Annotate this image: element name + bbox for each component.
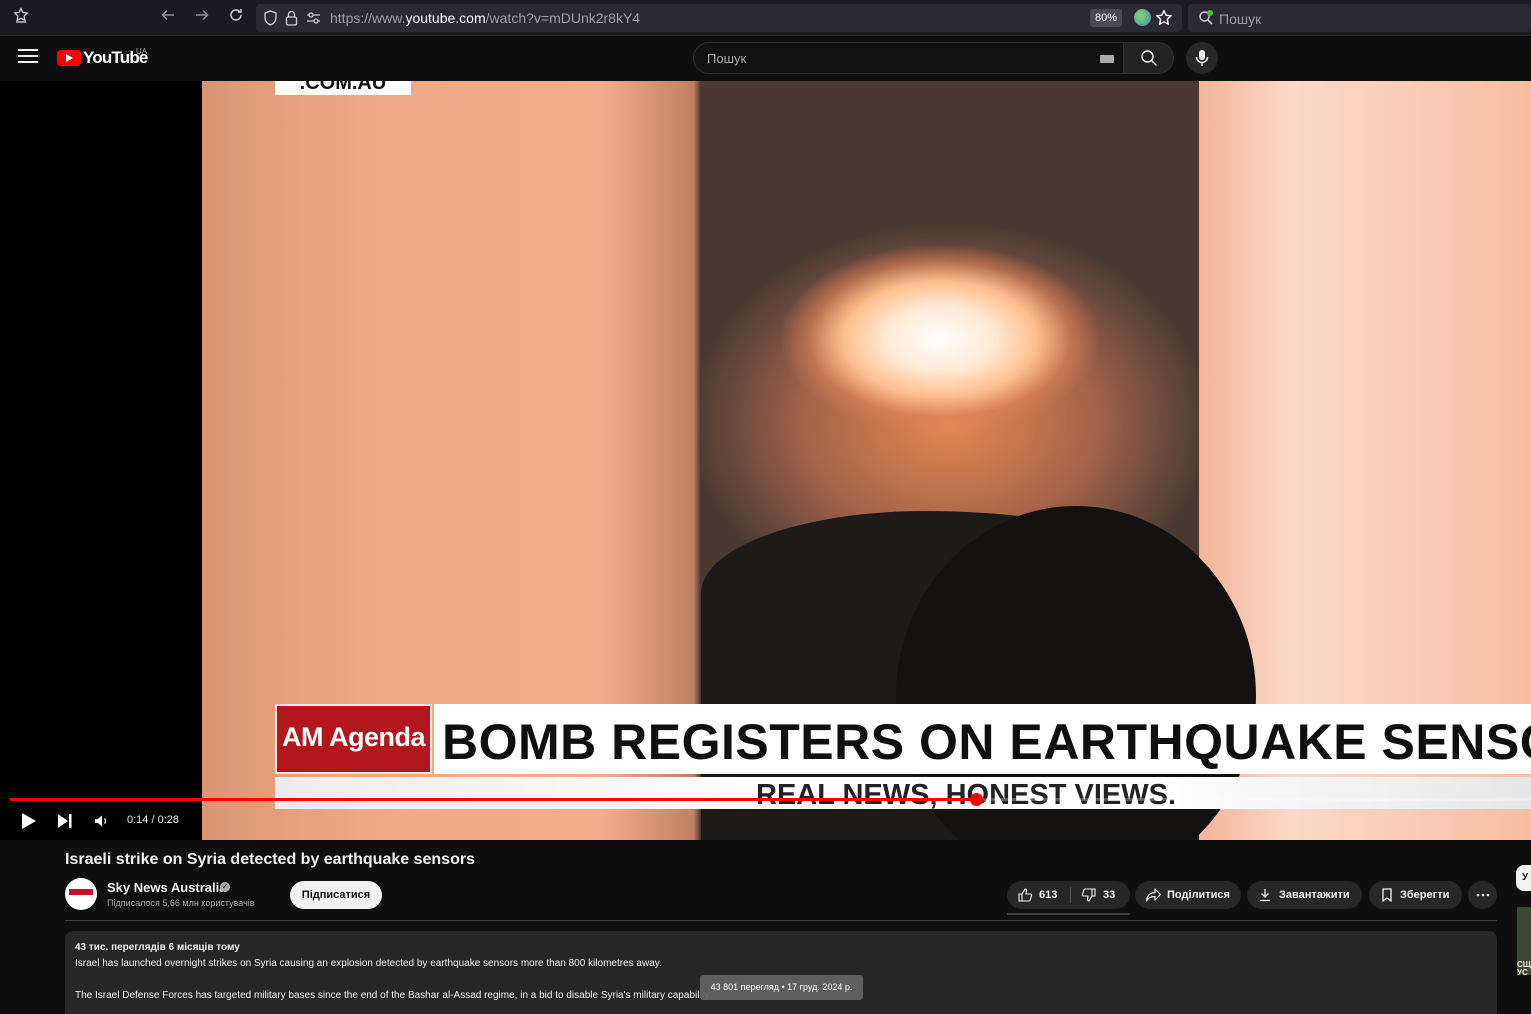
like-dislike-group: 613 33 [1007, 881, 1130, 909]
search-engine-icon[interactable] [1198, 10, 1214, 31]
overlay-site-badge: .COM.AU [275, 81, 411, 95]
search-input[interactable] [694, 43, 1123, 73]
youtube-header: YouTube UA [0, 36, 1531, 81]
download-icon [1260, 889, 1270, 902]
progress-scrubber-handle[interactable] [970, 793, 983, 806]
lock-icon[interactable] [285, 10, 298, 31]
volume-icon [95, 815, 107, 827]
share-label: Поділитися [1167, 889, 1230, 901]
extension-globe-icon[interactable] [1134, 9, 1151, 26]
like-button[interactable]: 613 [1007, 881, 1070, 909]
browser-toolbar: https://www.youtube.com/watch?v=mDUnk2r8… [0, 0, 1531, 36]
view-count-and-date: 43 тис. переглядів 6 місяців тому [75, 942, 240, 953]
progress-bar[interactable] [10, 793, 1531, 806]
skip-next-icon [58, 814, 72, 828]
sidebar-chip[interactable]: У [1516, 865, 1531, 891]
sky-news-logo-icon [69, 889, 93, 895]
country-code: UA [136, 47, 148, 56]
subscribe-button[interactable]: Підписатися [290, 881, 382, 909]
bookmark-star-icon[interactable] [1155, 9, 1173, 32]
description-line-1: Israel has launched overnight strikes on… [75, 958, 662, 969]
description-box[interactable]: 43 тис. переглядів 6 місяців тому Israel… [65, 931, 1497, 1014]
reload-icon[interactable] [225, 7, 247, 29]
video-player[interactable]: .COM.AU AM Agenda BOMB REGISTERS ON EART… [0, 81, 1531, 840]
bookmarks-star-list-icon[interactable] [10, 7, 32, 29]
subscriber-count: Підписалося 5,66 млн користувачів [107, 898, 255, 908]
download-label: Завантажити [1279, 889, 1350, 901]
youtube-play-logo-icon [57, 50, 81, 66]
share-button[interactable]: Поділитися [1135, 881, 1241, 909]
more-horizontal-icon [1476, 893, 1490, 897]
bookmark-icon [1382, 888, 1392, 903]
verified-check-icon: ✓ [220, 882, 230, 892]
microphone-icon [1195, 50, 1209, 66]
browser-search-placeholder: Пошук [1219, 11, 1262, 27]
search-button[interactable] [1123, 42, 1174, 74]
dislike-button[interactable]: 33 [1071, 881, 1130, 909]
save-button[interactable]: Зберегти [1369, 881, 1462, 909]
hamburger-menu-icon[interactable] [18, 49, 38, 67]
progress-played [10, 798, 976, 801]
time-display: 0:14 / 0:28 [127, 814, 179, 826]
next-button[interactable] [53, 809, 77, 833]
channel-avatar[interactable] [65, 878, 97, 910]
back-arrow-icon[interactable] [157, 7, 179, 29]
mute-button[interactable] [90, 809, 114, 833]
play-button[interactable] [16, 809, 40, 833]
sidebar-video-caption: СЩ УС [1517, 961, 1531, 977]
like-ratio-underline [1007, 913, 1130, 915]
download-button[interactable]: Завантажити [1247, 881, 1362, 909]
browser-search-box[interactable]: Пошук [1188, 4, 1531, 32]
thumbs-up-icon [1018, 888, 1033, 902]
section-divider [65, 920, 1497, 921]
thumbs-down-icon [1081, 888, 1096, 902]
voice-search-button[interactable] [1186, 42, 1218, 74]
overlay-headline-bar: BOMB REGISTERS ON EARTHQUAKE SENSORS [434, 704, 1531, 774]
play-icon [22, 813, 36, 829]
zoom-level-badge[interactable]: 80% [1090, 9, 1122, 27]
overlay-headline: BOMB REGISTERS ON EARTHQUAKE SENSORS [442, 714, 1531, 770]
more-actions-button[interactable] [1468, 881, 1497, 909]
search-icon [1141, 50, 1157, 66]
forward-arrow-icon[interactable] [191, 7, 213, 29]
share-arrow-icon [1145, 888, 1162, 902]
youtube-search-box [693, 42, 1174, 74]
overlay-show-logo: AM Agenda [275, 704, 432, 774]
virtual-keyboard-icon[interactable] [1100, 55, 1114, 63]
url-text: https://www.youtube.com/watch?v=mDUnk2r8… [330, 10, 641, 26]
like-count: 613 [1039, 889, 1058, 901]
site-permissions-icon[interactable] [306, 11, 321, 30]
save-label: Зберегти [1400, 889, 1450, 901]
overlay-tagline: REAL NEWS, HONEST VIEWS. [756, 779, 1177, 811]
video-title: Israeli strike on Syria detected by eart… [65, 851, 475, 868]
address-bar[interactable]: https://www.youtube.com/watch?v=mDUnk2r8… [256, 4, 1182, 32]
tracking-protection-shield-icon[interactable] [263, 10, 278, 31]
description-line-2: The Israel Defense Forces has targeted m… [75, 990, 712, 1001]
view-count-tooltip: 43 801 перегляд • 17 груд. 2024 р. [700, 975, 863, 1000]
video-frame: .COM.AU AM Agenda BOMB REGISTERS ON EART… [202, 81, 1531, 840]
dislike-count: 33 [1103, 889, 1116, 901]
channel-name[interactable]: Sky News Australia [107, 880, 226, 895]
overlay-tagline-bar: REAL NEWS, HONEST VIEWS. [275, 777, 1531, 811]
